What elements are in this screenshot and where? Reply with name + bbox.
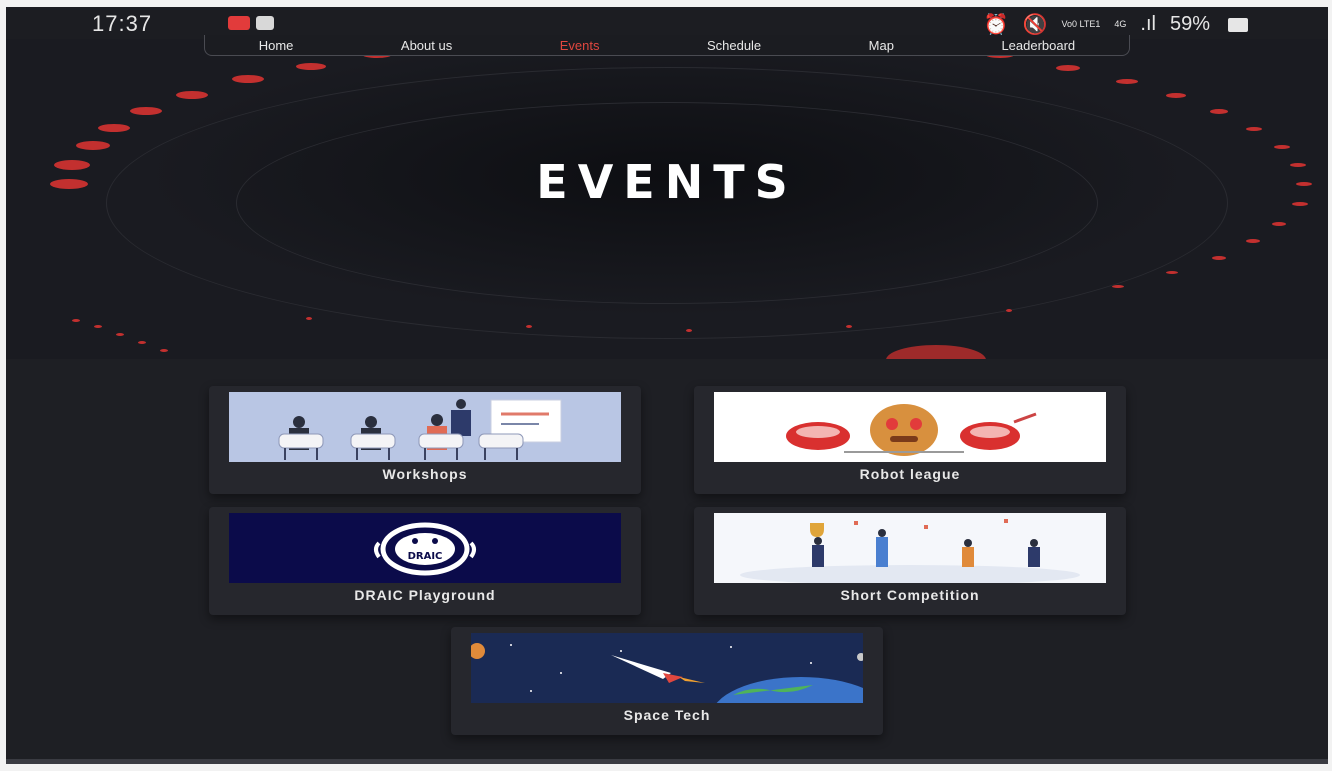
event-card-label: Workshops xyxy=(382,466,468,482)
battery-percent: 59% xyxy=(1169,13,1210,35)
screen-record-icon xyxy=(228,16,250,30)
app-screen: 17:37 ⏰ 🔇 Vo0 LTE1 4G .ıl 59% EVENTS Hom… xyxy=(6,7,1328,764)
lte-label: Vo0 LTE1 xyxy=(1061,19,1101,29)
trophy-celebration-illustration-icon xyxy=(714,513,1106,583)
signal-icon: .ıl xyxy=(1140,13,1156,35)
gallery-icon xyxy=(256,16,274,30)
nav-schedule[interactable]: Schedule xyxy=(707,38,761,53)
hero-dot xyxy=(1274,145,1290,149)
mute-icon: 🔇 xyxy=(1022,14,1048,36)
hero-dot xyxy=(1246,239,1260,243)
hero-dot xyxy=(1056,65,1080,71)
hero-dot xyxy=(130,107,162,115)
hero-dot xyxy=(296,63,326,70)
nav-leaderboard[interactable]: Leaderboard xyxy=(1001,38,1075,53)
hero-dot xyxy=(116,333,124,336)
hero-dot xyxy=(1166,93,1186,98)
hero-dot xyxy=(1246,127,1262,131)
workshop-illustration-icon xyxy=(229,392,621,462)
draic-logo-icon: DRAIC xyxy=(229,513,621,583)
hero-dot xyxy=(1212,256,1226,260)
hero-dot xyxy=(160,349,168,352)
hero-red-shape xyxy=(886,345,986,359)
event-card-label: Robot league xyxy=(859,466,961,482)
hero-dot xyxy=(1116,79,1138,84)
event-card-label: Space Tech xyxy=(623,707,711,723)
status-time: 17:37 xyxy=(92,11,153,36)
hero-dot xyxy=(176,91,208,99)
status-icons: ⏰ 🔇 Vo0 LTE1 4G .ıl 59% xyxy=(984,12,1248,37)
event-card-draic-playground[interactable]: DRAIC DRAIC Playground xyxy=(209,507,641,615)
battery-icon xyxy=(1228,17,1248,32)
event-card-short-competition[interactable]: Short Competition xyxy=(694,507,1126,615)
hero-dot xyxy=(1166,271,1178,274)
nav-about-us[interactable]: About us xyxy=(401,38,452,53)
event-card-label: DRAIC Playground xyxy=(354,587,496,603)
hero-dot xyxy=(846,325,852,328)
alarm-icon: ⏰ xyxy=(983,14,1009,36)
hero-dot xyxy=(94,325,102,328)
network-label: 4G xyxy=(1114,19,1127,29)
nav-events[interactable]: Events xyxy=(560,38,600,53)
hero-dot xyxy=(76,141,110,150)
hero-dot xyxy=(98,124,130,132)
bottom-bar xyxy=(6,759,1328,764)
robot-league-illustration-icon xyxy=(714,392,1106,462)
hero-dot xyxy=(72,319,80,322)
rocket-earth-illustration-icon xyxy=(471,633,863,703)
page-title: EVENTS xyxy=(536,155,798,209)
hero-dot xyxy=(232,75,264,83)
event-card-space-tech[interactable]: Space Tech xyxy=(451,627,883,735)
top-nav: Home About us Events Schedule Map Leader… xyxy=(204,35,1130,56)
hero-dot xyxy=(1272,222,1286,226)
nav-home[interactable]: Home xyxy=(259,38,294,53)
hero-dot xyxy=(1210,109,1228,114)
events-grid: Workshops Robot league DRAIC DRAIC Playg… xyxy=(6,359,1328,764)
draic-logo-text: DRAIC xyxy=(408,551,443,562)
event-card-robot-league[interactable]: Robot league xyxy=(694,386,1126,494)
hero-dot xyxy=(526,325,532,328)
hero-dot xyxy=(138,341,146,344)
hero-dot xyxy=(1112,285,1124,288)
event-card-label: Short Competition xyxy=(840,587,980,603)
nav-map[interactable]: Map xyxy=(869,38,894,53)
hero-dot xyxy=(686,329,692,332)
hero-dot xyxy=(306,317,312,320)
hero-dot xyxy=(1006,309,1012,312)
events-hero: EVENTS xyxy=(6,7,1328,359)
event-card-workshops[interactable]: Workshops xyxy=(209,386,641,494)
